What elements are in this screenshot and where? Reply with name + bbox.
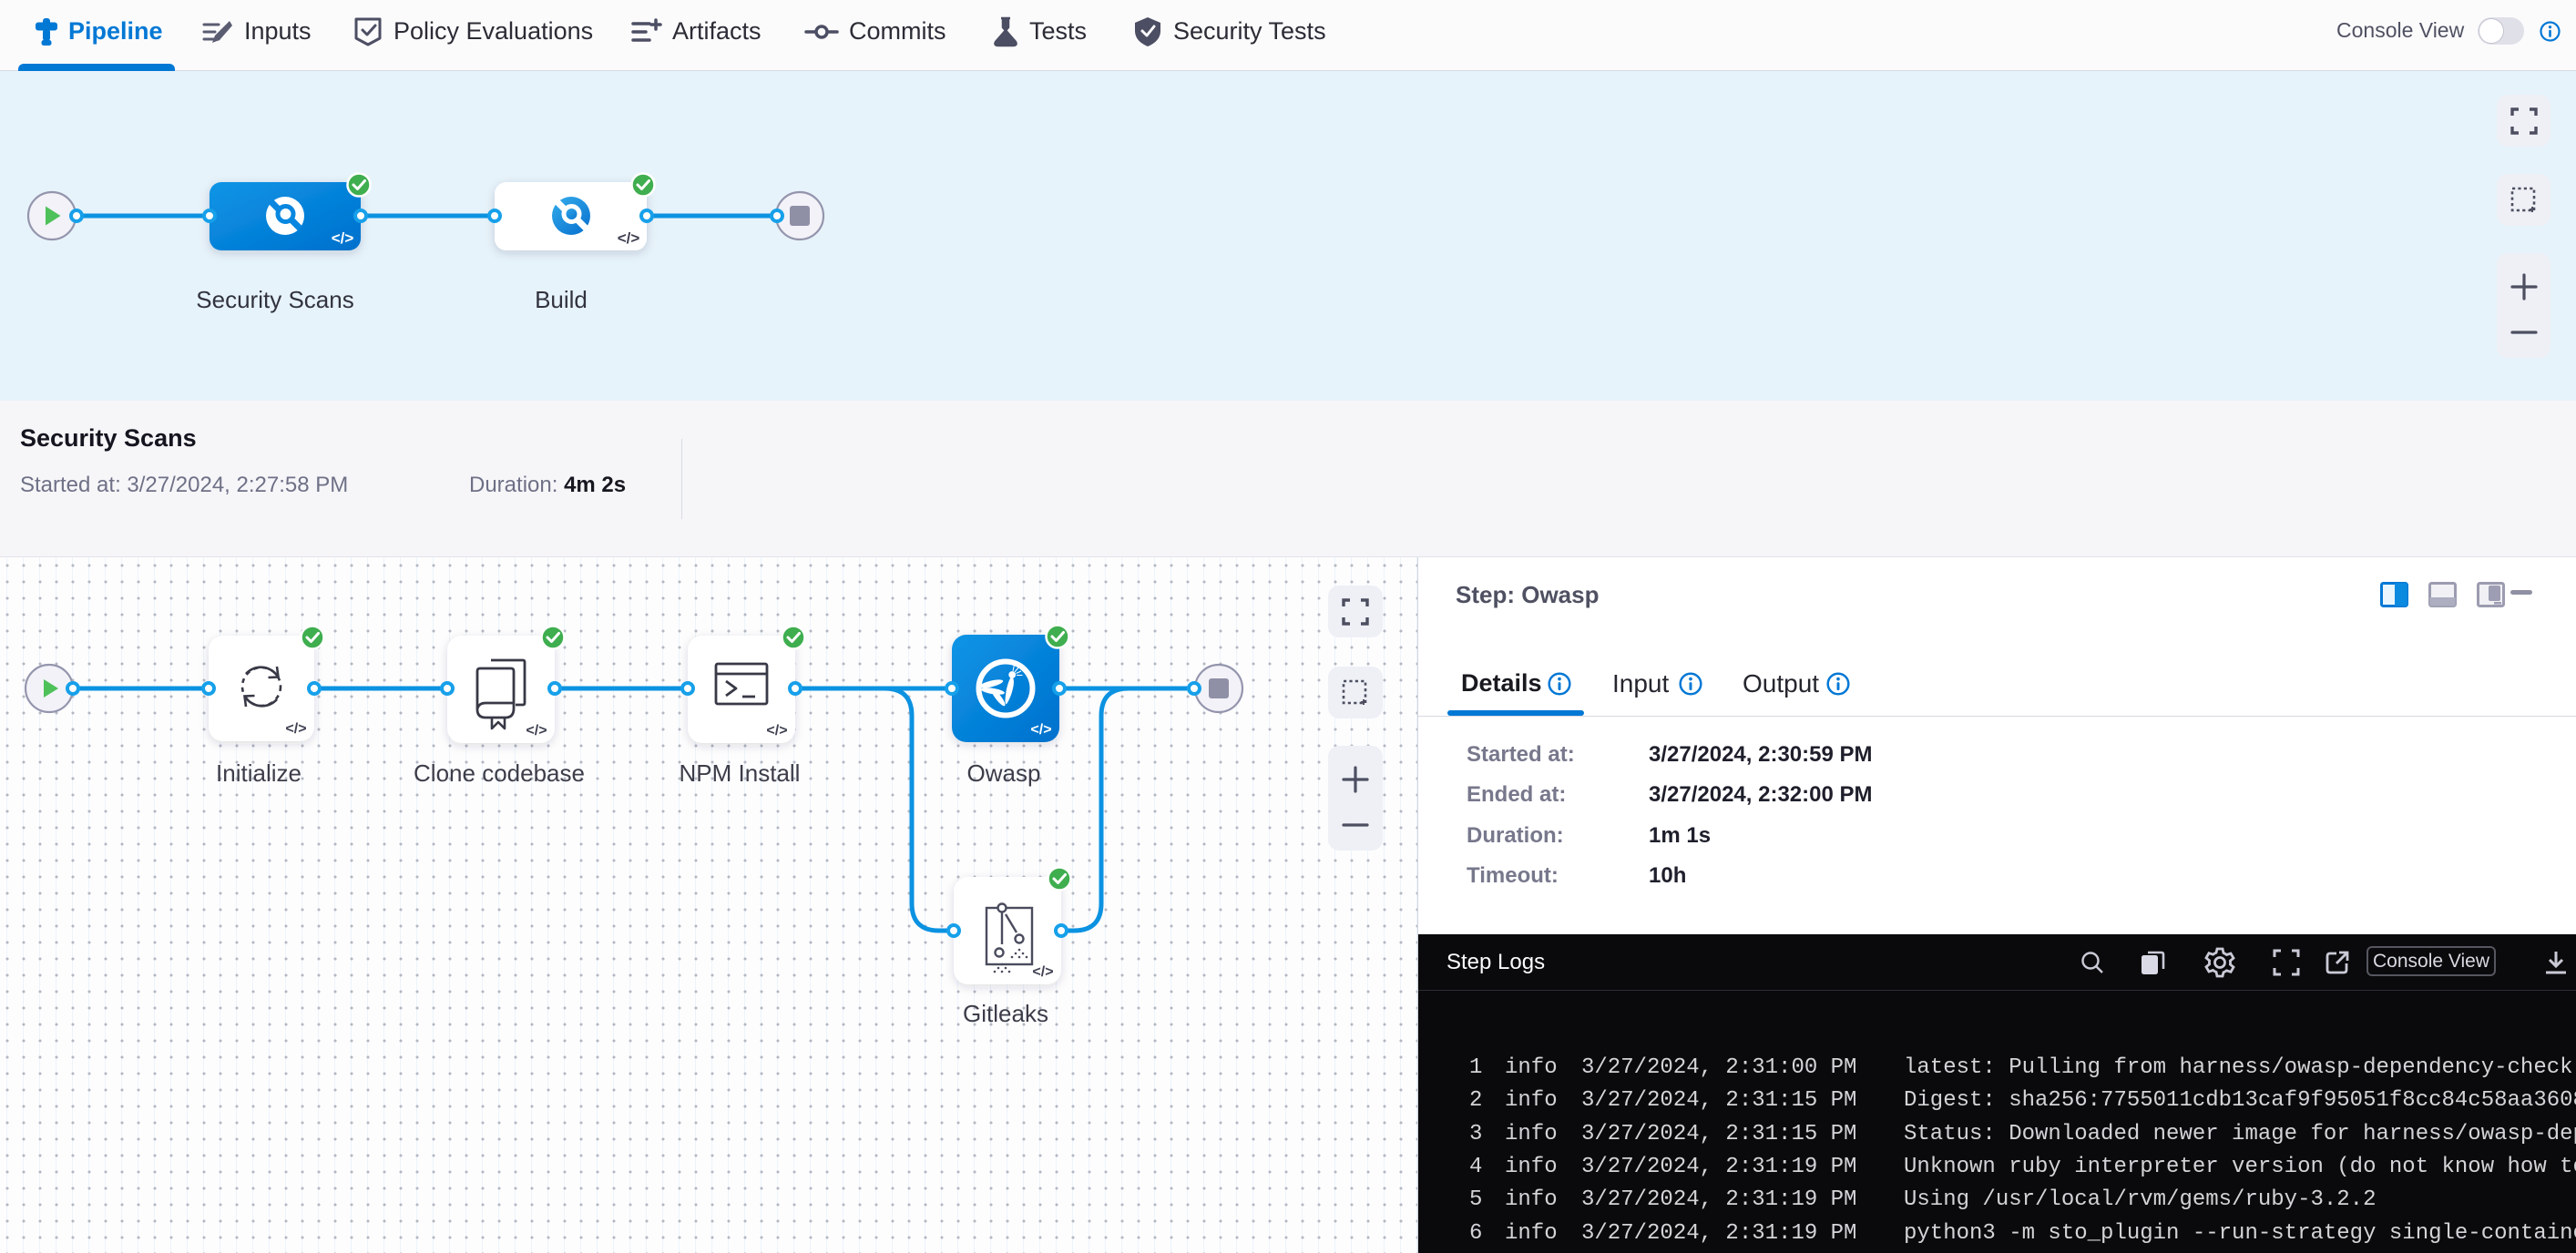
svg-text:</>: </> <box>1032 964 1053 980</box>
svg-text:</>: </> <box>618 229 640 247</box>
svg-text:</>: </> <box>766 723 787 739</box>
svg-text:</>: </> <box>1030 722 1051 738</box>
svg-text:</>: </> <box>285 721 306 737</box>
svg-text:</>: </> <box>526 723 547 739</box>
svg-text:</>: </> <box>332 229 354 247</box>
